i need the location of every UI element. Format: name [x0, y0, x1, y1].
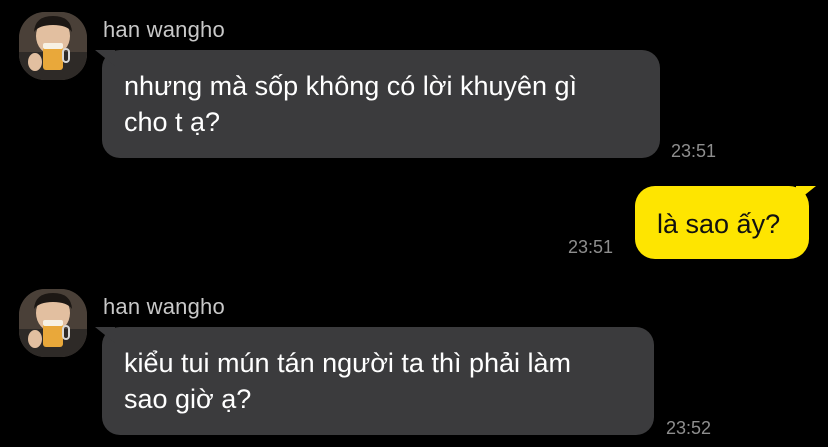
avatar[interactable]	[19, 12, 87, 80]
bubble-tail	[796, 186, 816, 202]
sender-name: han wangho	[103, 294, 225, 319]
profile-photo-icon	[19, 12, 87, 80]
bubble-tail	[95, 327, 115, 343]
message-bubble[interactable]: kiểu tui mún tán người ta thì phải làm s…	[95, 327, 654, 435]
message-text: là sao ấy?	[657, 209, 781, 239]
message-bubble[interactable]: nhưng mà sốp không có lời khuyên gì cho …	[95, 50, 660, 158]
message-text-line: cho t ạ?	[124, 107, 221, 137]
message-timestamp: 23:52	[666, 418, 712, 438]
profile-photo-icon	[19, 289, 87, 357]
message-timestamp: 23:51	[671, 141, 717, 161]
message-text-line: sao giờ ạ?	[124, 384, 252, 414]
sender-name: han wangho	[103, 17, 225, 42]
message-text-line: nhưng mà sốp không có lời khuyên gì	[124, 71, 578, 101]
message-text-line: kiểu tui mún tán người ta thì phải làm	[124, 348, 572, 378]
avatar[interactable]	[19, 289, 87, 357]
bubble-tail	[95, 50, 115, 66]
message-bubble[interactable]: là sao ấy?	[635, 186, 816, 259]
message-timestamp: 23:51	[568, 237, 614, 257]
